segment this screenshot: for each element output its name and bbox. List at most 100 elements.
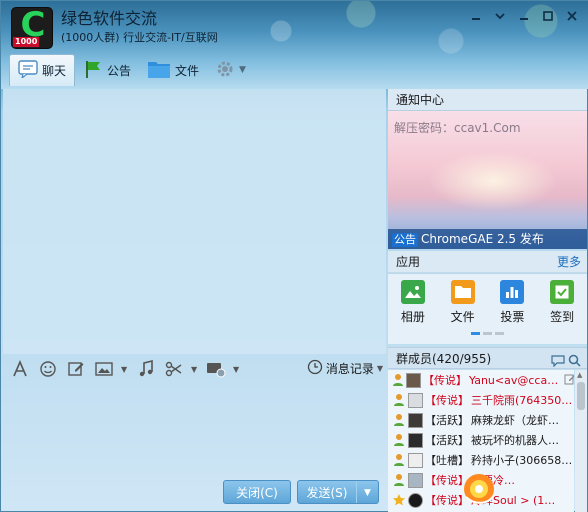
- group-name[interactable]: 绿色软件交流: [61, 9, 157, 29]
- checkin-icon: [550, 280, 575, 304]
- folder-icon: [450, 280, 475, 304]
- gear-icon: [215, 59, 235, 82]
- member-tag: 【活跃】: [425, 414, 469, 427]
- member-row[interactable]: 【传说】 三千院雨(764350…: [388, 390, 574, 410]
- banner-glow: [428, 151, 558, 211]
- tab-chat-label: 聊天: [42, 64, 67, 78]
- member-tag: 【活跃】: [425, 434, 469, 447]
- message-history-label: 消息记录: [325, 362, 374, 376]
- app-checkin[interactable]: 签到: [542, 280, 582, 344]
- member-name: 矜持小子(306658…: [471, 454, 573, 467]
- member-row[interactable]: 【吐槽】 矜持小子(306658…: [388, 450, 574, 470]
- members-header: 群成员(420/955): [388, 347, 587, 369]
- user-level-icon: [392, 412, 406, 428]
- edit-icon[interactable]: [65, 358, 87, 380]
- group-size-badge: 1000: [13, 37, 40, 47]
- maximize-icon[interactable]: [539, 9, 557, 27]
- edit-icon[interactable]: [564, 373, 574, 388]
- screen-share-icon[interactable]: [205, 358, 227, 380]
- more-link[interactable]: 更多: [557, 251, 581, 273]
- member-name: 被玩坏的机器人…: [471, 434, 559, 447]
- send-button[interactable]: 发送(S) ▼: [297, 480, 379, 504]
- banner-caption-text: ChromeGAE 2.5 发布: [421, 232, 544, 246]
- image-icon[interactable]: [93, 358, 115, 380]
- emoji-icon[interactable]: [37, 358, 59, 380]
- banner-hint: 解压密码：ccav1.Com: [394, 121, 521, 135]
- member-row[interactable]: 【传说】 Yanu<av@cca…: [388, 370, 574, 390]
- member-row[interactable]: 【活跃】 麻辣龙虾（龙虾…: [388, 410, 574, 430]
- flag-icon: [83, 59, 103, 82]
- apps-title: 应用: [396, 255, 421, 269]
- close-icon[interactable]: [563, 9, 581, 27]
- message-history-button[interactable]: 消息记录 ▼: [307, 359, 383, 378]
- avatar: [408, 472, 423, 488]
- avatar: [408, 452, 423, 468]
- chevron-down-icon[interactable]: ▼: [233, 358, 241, 380]
- penguin-icon: [408, 492, 423, 508]
- user-level-icon: [392, 472, 406, 488]
- member-tag: 【传说】: [425, 394, 469, 407]
- apps-pager[interactable]: [471, 332, 504, 335]
- member-name: 三千院雨(764350…: [471, 394, 573, 407]
- banner-caption[interactable]: 公告 ChromeGAE 2.5 发布: [388, 229, 587, 249]
- member-tag: 【传说】: [423, 374, 467, 387]
- notice-banner[interactable]: 解压密码：ccav1.Com 公告 ChromeGAE 2.5 发布: [388, 111, 587, 249]
- clock-icon: [307, 359, 323, 378]
- chevron-down-icon[interactable]: ▼: [121, 358, 129, 380]
- action-buttons: 关闭(C) 发送(S) ▼: [223, 480, 379, 504]
- photo-album-icon: [400, 280, 425, 304]
- app-label: 文件: [450, 310, 475, 324]
- title-bar: C 1000 绿色软件交流 (1000人群) 行业交流-IT/互联网 聊天 公告…: [1, 1, 588, 89]
- member-row[interactable]: 【活跃】 被玩坏的机器人…: [388, 430, 574, 450]
- app-label: 相册: [400, 310, 425, 324]
- apps-header: 应用 更多: [388, 251, 587, 273]
- group-category: (1000人群) 行业交流-IT/互联网: [61, 31, 218, 44]
- tab-files[interactable]: 文件: [139, 54, 207, 86]
- avatar: [408, 392, 423, 408]
- message-area[interactable]: [3, 89, 386, 354]
- window-controls: [467, 9, 581, 27]
- avatar: [408, 432, 423, 448]
- tab-announcement[interactable]: 公告: [75, 54, 139, 86]
- member-tag: 【吐槽】: [425, 454, 469, 467]
- scissors-icon[interactable]: [163, 358, 185, 380]
- user-level-icon: [392, 392, 406, 408]
- qq-group-chat-window: C 1000 绿色软件交流 (1000人群) 行业交流-IT/互联网 聊天 公告…: [0, 0, 588, 512]
- minimize-icon[interactable]: [467, 9, 485, 27]
- group-avatar[interactable]: C 1000: [11, 7, 53, 49]
- message-input[interactable]: [3, 383, 386, 479]
- music-icon[interactable]: [135, 358, 157, 380]
- app-photo-album[interactable]: 相册: [393, 280, 433, 344]
- chevron-down-icon[interactable]: ▼: [356, 481, 378, 503]
- settings-menu[interactable]: ▼: [207, 54, 254, 86]
- notice-center-header: 通知中心: [388, 89, 587, 111]
- avatar: [406, 372, 421, 388]
- send-button-label: 发送(S): [306, 486, 348, 500]
- pager-dot[interactable]: [471, 332, 480, 335]
- user-level-icon: [392, 372, 404, 388]
- font-icon[interactable]: [9, 358, 31, 380]
- chat-icon: [18, 60, 38, 81]
- chevron-down-icon[interactable]: ▼: [191, 358, 199, 380]
- pager-dot[interactable]: [483, 332, 492, 335]
- pager-dot[interactable]: [495, 332, 504, 335]
- app-label: 签到: [550, 310, 575, 324]
- arrow-icon[interactable]: [491, 9, 509, 27]
- tab-files-label: 文件: [175, 63, 200, 78]
- chevron-down-icon: ▼: [376, 364, 383, 373]
- close-button[interactable]: 关闭(C): [223, 480, 291, 504]
- chevron-down-icon: ▼: [239, 65, 246, 75]
- tab-bar: 聊天 公告 文件 ▼: [9, 53, 254, 87]
- user-level-icon: [392, 452, 406, 468]
- minimize-icon[interactable]: [515, 9, 533, 27]
- user-level-icon: [392, 432, 406, 448]
- vote-icon: [500, 280, 525, 304]
- scrollbar-thumb[interactable]: [577, 382, 585, 410]
- chevron-up-icon[interactable]: ▲: [577, 371, 582, 379]
- members-count: 群成员(420/955): [396, 352, 492, 366]
- tab-announcement-label: 公告: [107, 63, 132, 78]
- announcement-tag: 公告: [392, 233, 418, 247]
- member-name: Yanu<av@cca…: [469, 373, 559, 387]
- tab-chat[interactable]: 聊天: [9, 54, 76, 86]
- app-label: 投票: [500, 310, 525, 324]
